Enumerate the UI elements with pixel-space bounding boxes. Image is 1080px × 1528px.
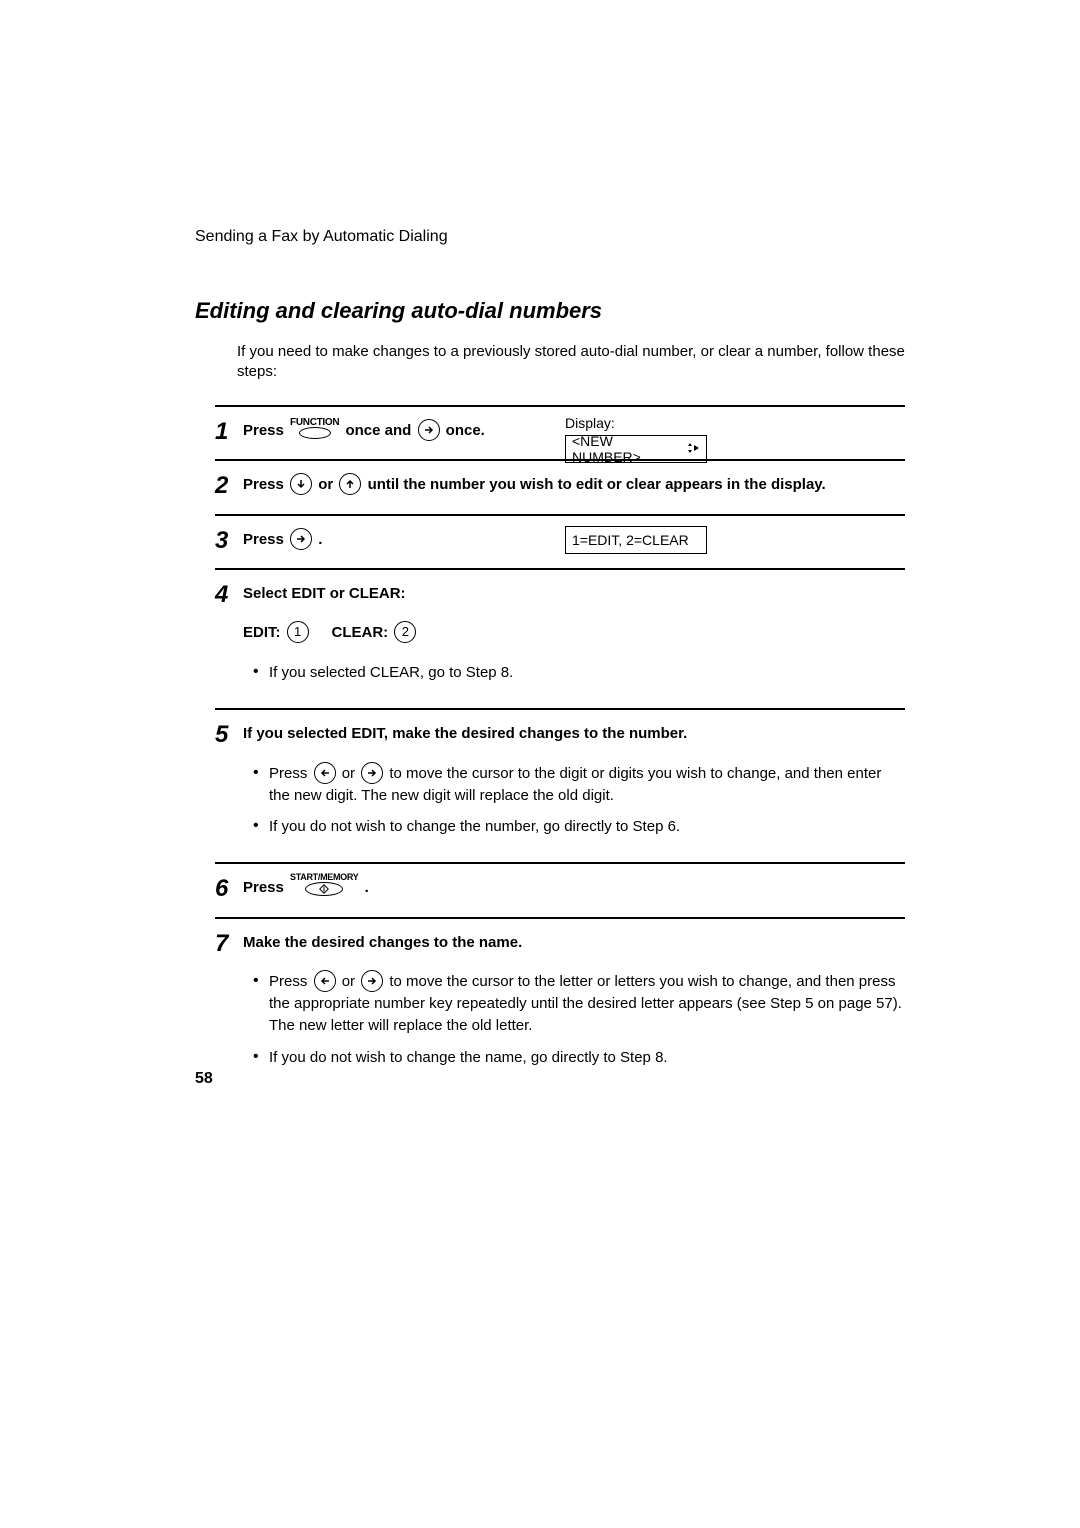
display-text: 1=EDIT, 2=CLEAR xyxy=(572,532,689,548)
right-arrow-key-icon xyxy=(361,762,383,784)
step-heading: Select EDIT or CLEAR: xyxy=(243,580,905,609)
text: or xyxy=(342,973,360,990)
text: once. xyxy=(446,422,485,439)
step-3: 3 Press . 1=EDIT, 2=CLEAR xyxy=(215,514,905,569)
step-4: 4 Select EDIT or CLEAR: EDIT: 1 CLEAR: 2… xyxy=(215,568,905,708)
text: . xyxy=(365,879,369,896)
up-arrow-key-icon xyxy=(339,473,361,495)
up-down-right-arrows-icon xyxy=(684,441,700,457)
digit-1-key-icon: 1 xyxy=(287,621,309,643)
section-title: Editing and clearing auto-dial numbers xyxy=(195,298,905,324)
step-6: 6 Press START/MEMORY . xyxy=(215,862,905,917)
step-number: 4 xyxy=(215,580,243,694)
right-arrow-key-icon xyxy=(290,528,312,550)
manual-page: Sending a Fax by Automatic Dialing Editi… xyxy=(0,0,1080,1528)
intro-paragraph: If you need to make changes to a previou… xyxy=(237,342,905,383)
text: Press xyxy=(269,765,312,782)
step-5: 5 If you selected EDIT, make the desired… xyxy=(215,708,905,862)
step-number: 3 xyxy=(215,526,243,555)
start-memory-key-icon: START/MEMORY xyxy=(290,873,358,896)
text: . xyxy=(318,531,322,548)
display-label: Display: xyxy=(565,415,707,431)
edit-option-label: EDIT: xyxy=(243,617,281,649)
steps-list: 1 Press FUNCTION once and once. Displ xyxy=(215,405,905,1093)
text: Press xyxy=(243,476,288,493)
text: or xyxy=(342,765,360,782)
list-item: • If you do not wish to change the name,… xyxy=(243,1047,905,1069)
step-heading: Make the desired changes to the name. xyxy=(243,929,905,958)
page-number: 58 xyxy=(195,1070,213,1088)
step-number: 7 xyxy=(215,929,243,1079)
bullet-text: If you selected CLEAR, go to Step 8. xyxy=(269,662,905,684)
step-number: 6 xyxy=(215,874,243,903)
function-key-icon: FUNCTION xyxy=(290,418,339,439)
step-heading: If you selected EDIT, make the desired c… xyxy=(243,720,905,749)
list-item: • Press or to move the cursor to the dig… xyxy=(243,763,905,807)
right-arrow-key-icon xyxy=(361,970,383,992)
left-arrow-key-icon xyxy=(314,762,336,784)
left-arrow-key-icon xyxy=(314,970,336,992)
text: Press xyxy=(243,879,288,896)
bullet-text: If you do not wish to change the number,… xyxy=(269,816,905,838)
bullet-text: If you do not wish to change the name, g… xyxy=(269,1047,905,1069)
step-1: 1 Press FUNCTION once and once. Displ xyxy=(215,405,905,460)
step-number: 5 xyxy=(215,720,243,848)
text: until the number you wish to edit or cle… xyxy=(368,476,826,493)
step-number: 2 xyxy=(215,471,243,500)
down-arrow-key-icon xyxy=(290,473,312,495)
text: or xyxy=(318,476,337,493)
list-item: • If you selected CLEAR, go to Step 8. xyxy=(243,662,905,684)
list-item: • Press or to move the cursor to the let… xyxy=(243,971,905,1037)
display-readout: 1=EDIT, 2=CLEAR xyxy=(565,526,707,554)
text: once and xyxy=(345,422,415,439)
right-arrow-key-icon xyxy=(418,419,440,441)
step-number: 1 xyxy=(215,417,243,446)
list-item: • If you do not wish to change the numbe… xyxy=(243,816,905,838)
text: Press xyxy=(243,531,288,548)
text: Press xyxy=(269,973,312,990)
step-2: 2 Press or until the number you wish to … xyxy=(215,459,905,514)
digit-2-key-icon: 2 xyxy=(394,621,416,643)
text: Press xyxy=(243,422,288,439)
step-7: 7 Make the desired changes to the name. … xyxy=(215,917,905,1093)
clear-option-label: CLEAR: xyxy=(332,617,389,649)
display-readout: Display: <NEW NUMBER> xyxy=(565,415,707,463)
running-head: Sending a Fax by Automatic Dialing xyxy=(195,228,905,246)
